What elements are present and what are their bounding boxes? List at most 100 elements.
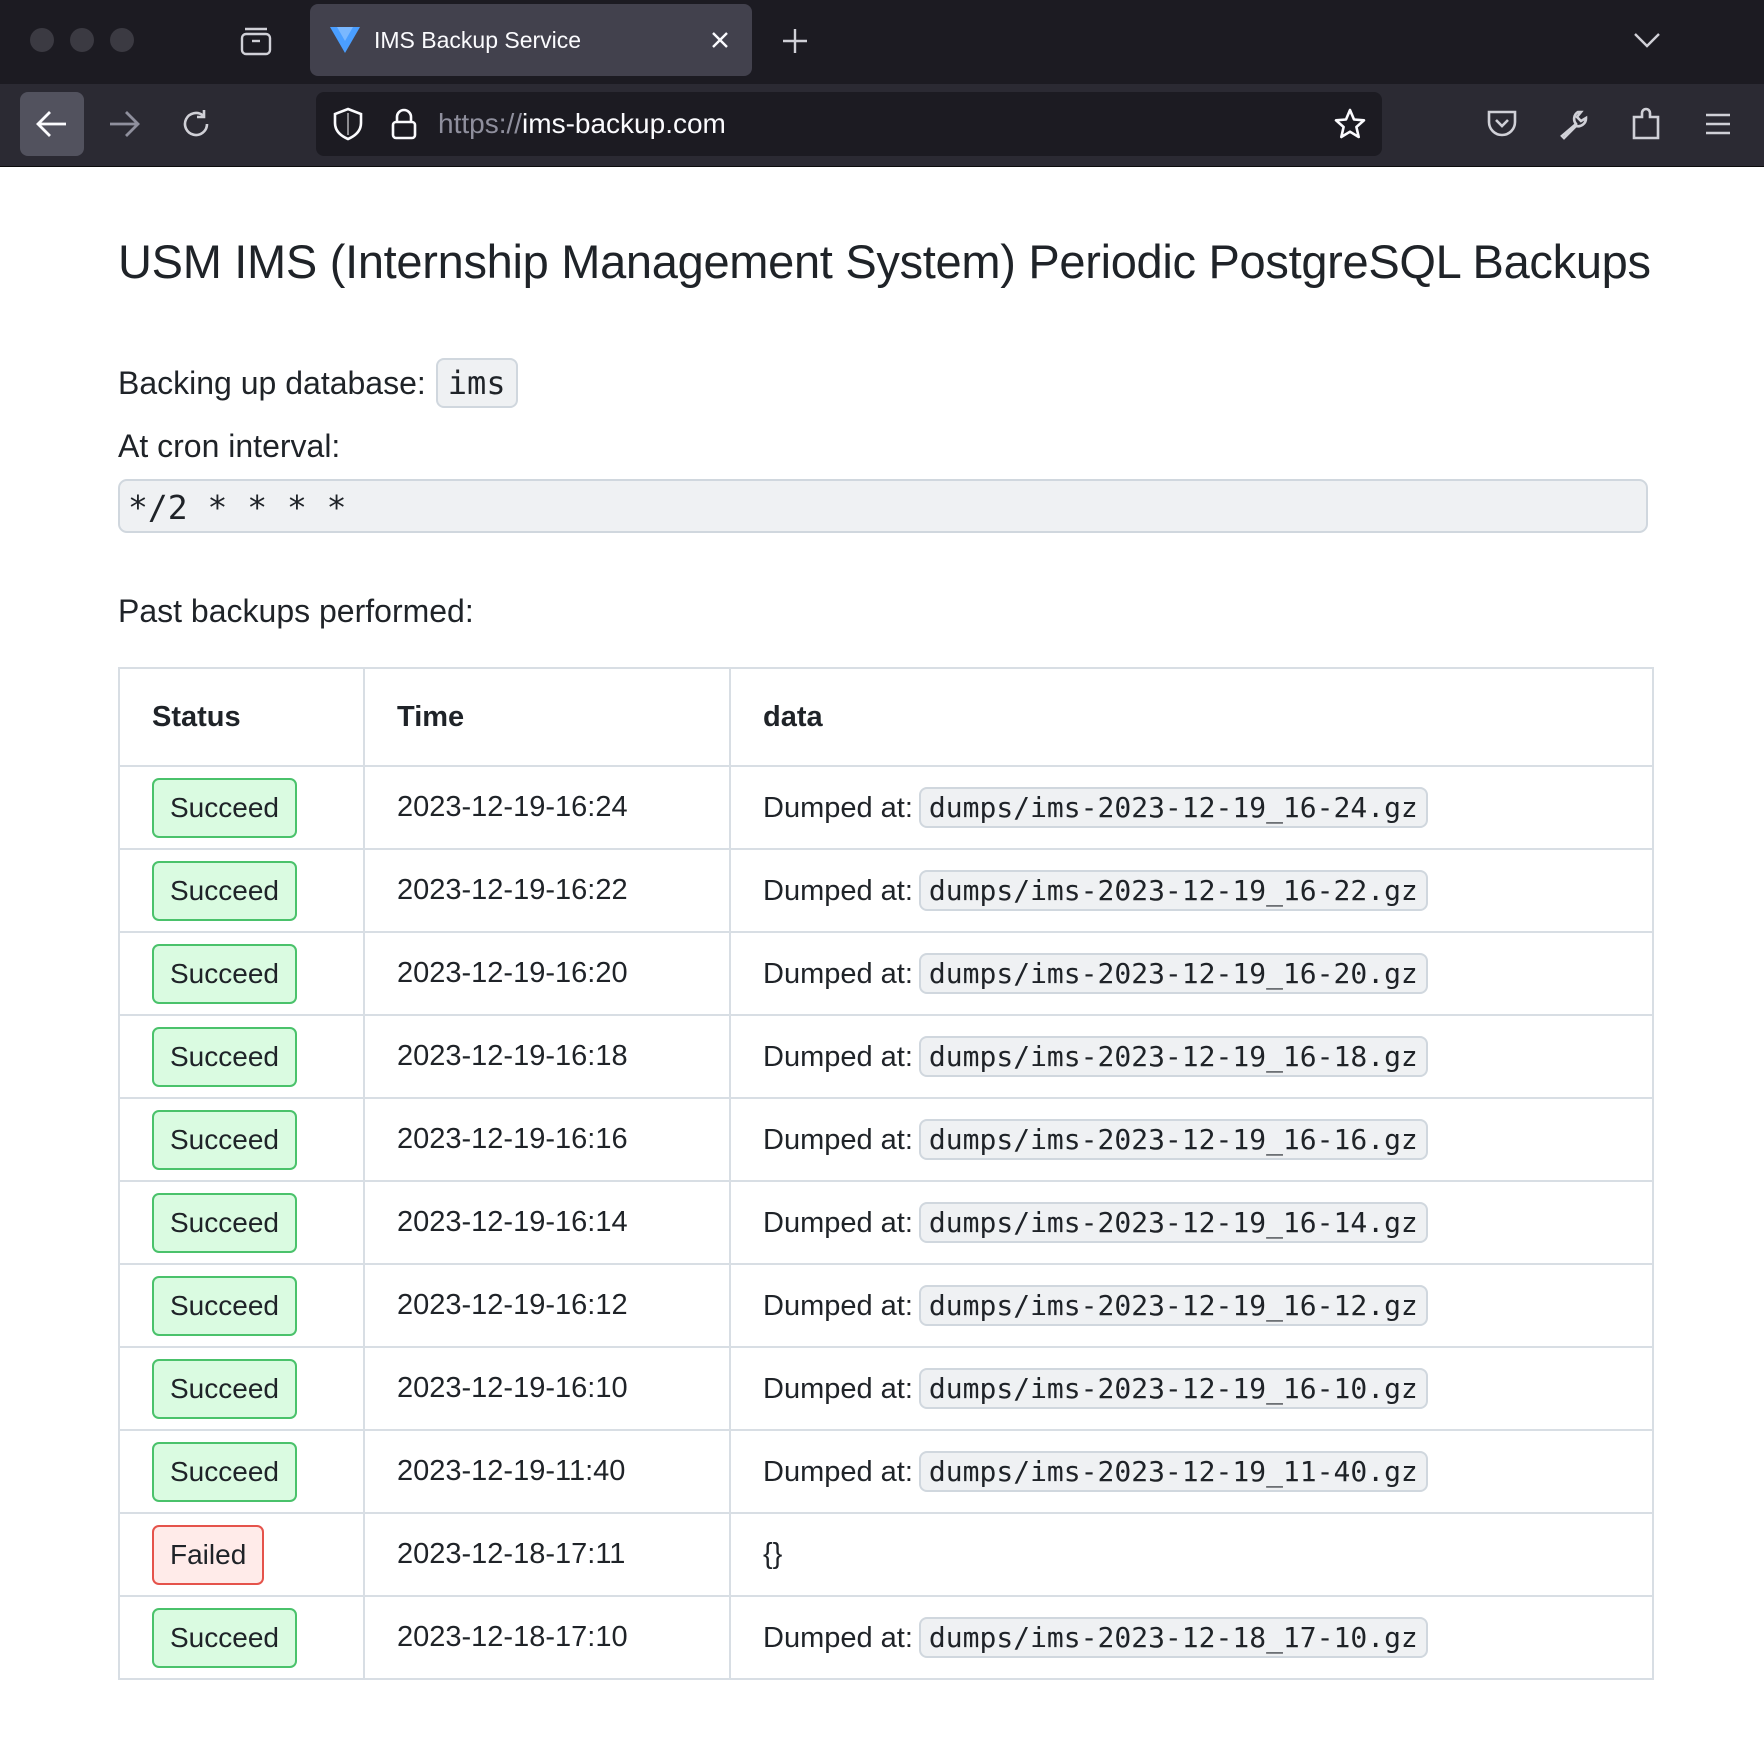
- status-cell: Failed: [118, 1512, 365, 1597]
- dump-path-code: dumps/ims-2023-12-19_16-12.gz: [918, 1285, 1428, 1326]
- tab-overview-icon[interactable]: [238, 24, 274, 58]
- dumped-at-label: Dumped at:: [763, 958, 913, 990]
- dumped-at-label: Dumped at:: [763, 1207, 913, 1239]
- url-scheme: https://: [438, 108, 523, 139]
- extensions-icon[interactable]: [1626, 104, 1666, 144]
- status-cell: Succeed: [118, 931, 365, 1016]
- wrench-icon[interactable]: [1554, 104, 1594, 144]
- header-data: data: [729, 667, 1654, 767]
- status-badge: Succeed: [152, 943, 297, 1004]
- back-button[interactable]: [20, 92, 84, 156]
- status-cell: Succeed: [118, 1097, 365, 1182]
- time-cell: 2023-12-19-16:22: [363, 848, 731, 933]
- tab-title: IMS Backup Service: [374, 26, 582, 53]
- table-row: Succeed 2023-12-19-16:24 Dumped at: dumps/i…: [118, 765, 1654, 850]
- data-cell: Dumped at: dumps/ims-2023-12-19_16-12.gz: [729, 1263, 1654, 1348]
- table-row: Succeed 2023-12-19-16:10 Dumped at: dumps/i…: [118, 1346, 1654, 1431]
- data-cell: Dumped at: dumps/ims-2023-12-19_16-10.gz: [729, 1346, 1654, 1431]
- time-cell: 2023-12-19-16:24: [363, 765, 731, 850]
- data-cell: Dumped at: dumps/ims-2023-12-19_16-20.gz: [729, 931, 1654, 1016]
- dump-path-code: dumps/ims-2023-12-19_16-10.gz: [918, 1368, 1428, 1409]
- table-row: Failed 2023-12-18-17:11 {}: [118, 1512, 1654, 1597]
- dump-path-code: dumps/ims-2023-12-19_16-24.gz: [918, 787, 1428, 828]
- reload-button[interactable]: [164, 92, 228, 156]
- error-data-text: {}: [763, 1538, 783, 1570]
- new-tab-icon[interactable]: [778, 24, 812, 58]
- url-bar[interactable]: https://ims-backup.com: [316, 92, 1382, 156]
- time-cell: 2023-12-19-16:20: [363, 931, 731, 1016]
- chevron-down-icon[interactable]: [1630, 26, 1664, 54]
- forward-button[interactable]: [92, 92, 156, 156]
- backups-table: Status Time data Succeed 2023-12-19-16:24…: [118, 667, 1654, 1680]
- database-line: Backing up database: ims: [118, 358, 518, 408]
- time-cell: 2023-12-18-17:10: [363, 1595, 731, 1680]
- dump-path-code: dumps/ims-2023-12-19_16-18.gz: [918, 1036, 1428, 1077]
- table-row: Succeed 2023-12-19-16:18 Dumped at: dumps/i…: [118, 1014, 1654, 1099]
- header-time: Time: [363, 667, 731, 767]
- status-badge: Succeed: [152, 1441, 297, 1502]
- data-cell: Dumped at: dumps/ims-2023-12-19_11-40.gz: [729, 1429, 1654, 1514]
- data-cell: Dumped at: dumps/ims-2023-12-19_16-24.gz: [729, 765, 1654, 850]
- window-zoom-dot[interactable]: [110, 28, 134, 52]
- status-badge: Succeed: [152, 1358, 297, 1419]
- star-icon[interactable]: [1332, 106, 1368, 142]
- time-cell: 2023-12-19-16:14: [363, 1180, 731, 1265]
- dumped-at-label: Dumped at:: [763, 1041, 913, 1073]
- table-row: Succeed 2023-12-19-16:22 Dumped at: dumps/i…: [118, 848, 1654, 933]
- table-row: Succeed 2023-12-19-16:16 Dumped at: dumps/i…: [118, 1097, 1654, 1182]
- status-cell: Succeed: [118, 848, 365, 933]
- dump-path-code: dumps/ims-2023-12-19_16-20.gz: [918, 953, 1428, 994]
- time-cell: 2023-12-18-17:11: [363, 1512, 731, 1597]
- status-cell: Succeed: [118, 1263, 365, 1348]
- dump-path-code: dumps/ims-2023-12-18_17-10.gz: [918, 1617, 1428, 1658]
- table-row: Succeed 2023-12-18-17:10 Dumped at: dumps/i…: [118, 1595, 1654, 1680]
- tab-active[interactable]: IMS Backup Service: [310, 4, 752, 76]
- status-badge: Succeed: [152, 777, 297, 838]
- dumped-at-label: Dumped at:: [763, 1456, 913, 1488]
- status-badge: Succeed: [152, 1607, 297, 1668]
- cron-expression-block: */2 * * * *: [118, 479, 1648, 533]
- database-name-code: ims: [435, 358, 518, 408]
- table-row: Succeed 2023-12-19-11:40 Dumped at: dumps/i…: [118, 1429, 1654, 1514]
- page-title: USM IMS (Internship Management System) P…: [118, 235, 1651, 288]
- status-badge: Succeed: [152, 860, 297, 921]
- arrow-left-icon: [36, 111, 66, 137]
- url-text[interactable]: https://ims-backup.com: [438, 108, 726, 140]
- table-header-row: Status Time data: [118, 667, 1654, 767]
- browser-navbar: https://ims-backup.com: [0, 84, 1764, 167]
- pocket-icon[interactable]: [1482, 104, 1522, 144]
- menu-icon[interactable]: [1698, 104, 1738, 144]
- dump-path-code: dumps/ims-2023-12-19_16-22.gz: [918, 870, 1428, 911]
- status-badge: Succeed: [152, 1026, 297, 1087]
- table-row: Succeed 2023-12-19-16:12 Dumped at: dumps/i…: [118, 1263, 1654, 1348]
- tab-close-icon[interactable]: [706, 26, 734, 54]
- window-minimize-dot[interactable]: [70, 28, 94, 52]
- status-cell: Succeed: [118, 765, 365, 850]
- arrow-right-icon: [110, 111, 140, 137]
- dumped-at-label: Dumped at:: [763, 1290, 913, 1322]
- header-status: Status: [118, 667, 365, 767]
- table-row: Succeed 2023-12-19-16:20 Dumped at: dumps/i…: [118, 931, 1654, 1016]
- status-badge: Succeed: [152, 1192, 297, 1253]
- status-cell: Succeed: [118, 1014, 365, 1099]
- time-cell: 2023-12-19-16:12: [363, 1263, 731, 1348]
- cron-label: At cron interval:: [118, 428, 341, 464]
- shield-icon[interactable]: [330, 106, 366, 142]
- lock-icon[interactable]: [386, 106, 422, 142]
- dump-path-code: dumps/ims-2023-12-19_16-16.gz: [918, 1119, 1428, 1160]
- url-host: ims-backup.com: [522, 108, 726, 139]
- status-cell: Succeed: [118, 1180, 365, 1265]
- status-badge: Failed: [152, 1524, 265, 1585]
- time-cell: 2023-12-19-11:40: [363, 1429, 731, 1514]
- window-close-dot[interactable]: [30, 28, 54, 52]
- status-cell: Succeed: [118, 1595, 365, 1680]
- database-label: Backing up database:: [118, 364, 426, 401]
- data-cell: Dumped at: dumps/ims-2023-12-19_16-16.gz: [729, 1097, 1654, 1182]
- status-cell: Succeed: [118, 1429, 365, 1514]
- data-cell: Dumped at: dumps/ims-2023-12-19_16-14.gz: [729, 1180, 1654, 1265]
- time-cell: 2023-12-19-16:18: [363, 1014, 731, 1099]
- data-cell: {}: [729, 1512, 1654, 1597]
- dump-path-code: dumps/ims-2023-12-19_16-14.gz: [918, 1202, 1428, 1243]
- past-backups-label: Past backups performed:: [118, 593, 474, 629]
- dumped-at-label: Dumped at:: [763, 1124, 913, 1156]
